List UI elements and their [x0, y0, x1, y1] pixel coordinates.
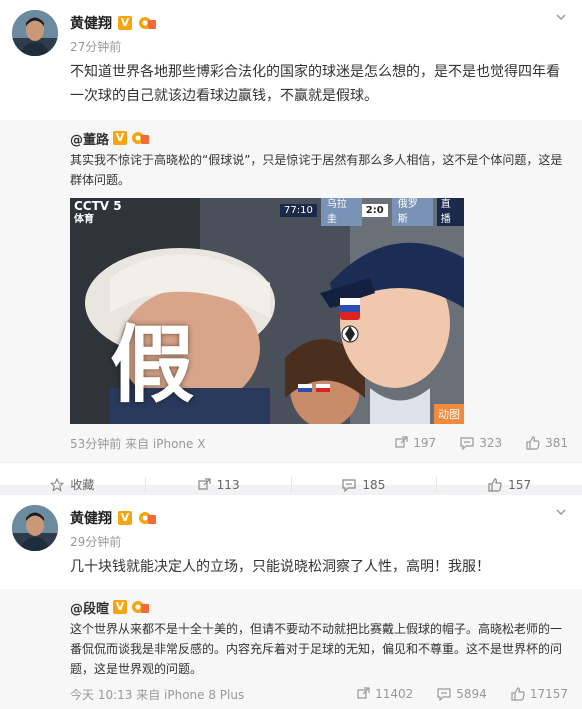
thumbs-up-icon: [488, 477, 502, 492]
level-medal-icon: [138, 511, 156, 525]
team-b: 俄罗斯: [391, 198, 433, 226]
repost-stat[interactable]: 197: [394, 436, 436, 450]
post-time[interactable]: 27分钟前: [70, 38, 121, 55]
repost-author[interactable]: @董路: [70, 129, 109, 148]
like-stat[interactable]: 17157: [511, 687, 568, 701]
comment-count: 5894: [456, 687, 487, 701]
repost-icon: [357, 687, 370, 699]
comment-stat[interactable]: 323: [460, 436, 502, 450]
repost-block[interactable]: @董路 V 其实我不惊诧于高晓松的“假球说”，只是惊诧于居然有那么多人相信，这不…: [0, 120, 582, 462]
comment-icon: [342, 478, 357, 492]
channel-name: CCTV 5: [74, 199, 122, 213]
repost-text: 其实我不惊诧于高晓松的“假球说”，只是惊诧于居然有那么多人相信，这不是个体问题，…: [70, 153, 563, 187]
comment-button-count: 185: [362, 477, 386, 492]
like-count: 381: [545, 436, 568, 450]
like-count: 17157: [529, 687, 568, 701]
repost-stat[interactable]: 11402: [356, 687, 413, 701]
like-button-count: 157: [508, 477, 532, 492]
repost-meta: 今天 10:13 来自 iPhone 8 Plus 11402 5894 171…: [70, 679, 568, 709]
post-text: 不知道世界各地那些博彩合法化的国家的球迷是怎么想的，是不是也觉得四年看一次球的自…: [70, 64, 560, 104]
comment-icon: [460, 437, 474, 450]
score: 2:0: [361, 203, 388, 217]
verified-icon: V: [118, 16, 132, 30]
repost-source[interactable]: 今天 10:13 来自 iPhone 8 Plus: [70, 686, 332, 703]
overlay-caption: 假: [110, 316, 195, 414]
author-name[interactable]: 黄健翔: [70, 13, 112, 33]
avatar[interactable]: [12, 10, 58, 56]
favorite-label: 收藏: [70, 478, 95, 492]
comment-icon: [437, 688, 451, 701]
repost-count: 197: [413, 436, 437, 450]
comment-stat[interactable]: 5894: [437, 687, 487, 701]
repost-block[interactable]: @段暄 V 这个世界从来都不是十全十美的，但请不要动不动就把比赛戴上假球的帽子。…: [0, 589, 582, 709]
repost-button[interactable]: 113: [146, 478, 291, 492]
author-name-row: 黄健翔 V: [70, 508, 156, 528]
favorite-button[interactable]: 收藏: [0, 476, 145, 493]
match-clock: 77:10: [280, 203, 317, 217]
author-name-row: 黄健翔 V: [70, 13, 156, 33]
verified-icon: V: [113, 131, 128, 145]
repost-count: 11402: [375, 687, 414, 701]
comment-button[interactable]: 185: [292, 478, 437, 492]
scoreboard: 77:10 乌拉圭 2:0 俄罗斯 直播: [280, 198, 464, 226]
repost-meta: 53分钟前 来自 iPhone X 197 323 381: [70, 424, 568, 462]
repost-icon: [395, 436, 408, 448]
repost-author[interactable]: @段暄: [70, 598, 109, 617]
thumbs-up-icon: [526, 436, 540, 450]
repost-source[interactable]: 53分钟前 来自 iPhone X: [70, 435, 370, 452]
post-time[interactable]: 29分钟前: [70, 533, 121, 550]
star-icon: [50, 477, 65, 492]
thumbs-up-icon: [511, 687, 525, 701]
like-stat[interactable]: 381: [526, 436, 568, 450]
verified-icon: V: [118, 511, 132, 525]
post-header: 黄健翔 V 27分钟前: [0, 0, 582, 60]
live-tag: 直播: [436, 198, 464, 226]
weibo-post-2: 黄健翔 V 29分钟前 几十块钱就能决定人的立场，只能说晓松洞察了人性，高明！我…: [0, 495, 582, 709]
chevron-down-icon[interactable]: [554, 10, 568, 28]
gif-media[interactable]: CCTV 5 体育 77:10 乌拉圭 2:0 俄罗斯 直播 假 动图: [70, 198, 464, 424]
like-button[interactable]: 157: [437, 478, 582, 492]
channel-logo: CCTV 5 体育: [74, 200, 122, 226]
repost-author-row: @董路 V: [70, 128, 568, 148]
author-name[interactable]: 黄健翔: [70, 508, 112, 528]
team-a: 乌拉圭: [320, 198, 362, 226]
repost-author-row: @段暄 V: [70, 597, 568, 617]
repost-icon: [198, 477, 211, 490]
comment-count: 323: [479, 436, 503, 450]
avatar[interactable]: [12, 505, 58, 551]
repost-button-count: 113: [216, 477, 240, 492]
verified-icon: V: [113, 600, 128, 614]
repost-text: 这个世界从来都不是十全十美的，但请不要动不动就把比赛戴上假球的帽子。高晓松老师的…: [70, 622, 563, 676]
channel-sub: 体育: [74, 214, 94, 225]
gif-tag: 动图: [434, 404, 464, 424]
post-header: 黄健翔 V 29分钟前: [0, 495, 582, 555]
post-text: 几十块钱就能决定人的立场，只能说晓松洞察了人性，高明！我服！: [70, 559, 490, 575]
chevron-down-icon[interactable]: [554, 505, 568, 523]
level-medal-icon: [131, 600, 150, 614]
weibo-post-1: 黄健翔 V 27分钟前 不知道世界各地那些博彩合法化的国家的球迷是怎么想的，是不…: [0, 0, 582, 493]
level-medal-icon: [131, 131, 150, 145]
level-medal-icon: [138, 16, 156, 30]
